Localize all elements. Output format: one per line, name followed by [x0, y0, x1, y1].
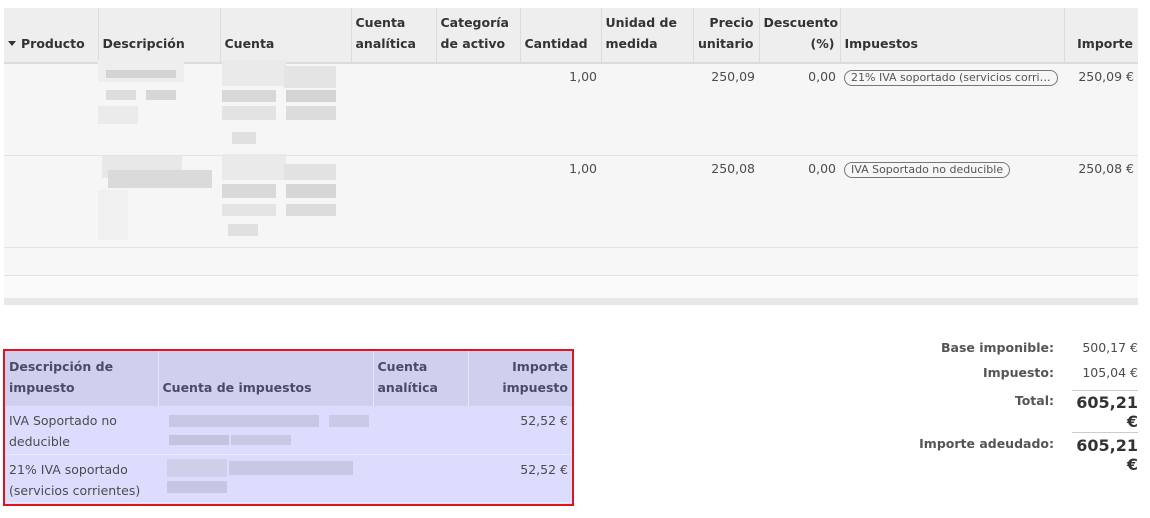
base-imponible-value: 500,17 € — [1082, 340, 1138, 355]
invoice-totals: Base imponible: 500,17 € Impuesto: 105,0… — [818, 340, 1138, 474]
totals-row-base: Base imponible: 500,17 € — [818, 340, 1138, 365]
cell-importe: 250,08 € — [1064, 155, 1138, 248]
sort-caret-icon[interactable] — [8, 41, 16, 46]
col-impuestos[interactable]: Impuestos — [839, 8, 1064, 64]
total-value: 605,21 € — [1072, 390, 1138, 431]
col-cuenta-impuestos[interactable]: Cuenta de impuestos — [157, 351, 373, 406]
tax-summary-table: Descripción de impuesto Cuenta de impues… — [3, 349, 574, 506]
col-cuenta[interactable]: Cuenta — [219, 8, 351, 64]
table-footer-bar — [4, 298, 1138, 305]
col-precio-unitario[interactable]: Precio unitario — [692, 8, 759, 64]
cell-categoria-activo[interactable] — [436, 155, 520, 248]
cell-unidad-medida[interactable] — [601, 155, 693, 248]
redacted-description-2 — [98, 154, 214, 240]
col-unidad-medida[interactable]: Unidad de medida — [600, 8, 693, 64]
cell-impuestos[interactable]: IVA Soportado no deducible — [840, 155, 1064, 248]
col-descripcion[interactable]: Descripción — [97, 8, 220, 64]
col-descripcion-impuesto[interactable]: Descripción de impuesto — [5, 351, 158, 406]
cell-categoria-activo[interactable] — [436, 63, 520, 156]
redacted-description-1 — [98, 60, 214, 124]
col-categoria-activo[interactable]: Categoría de activo — [435, 8, 520, 64]
col-cuenta-analitica[interactable]: Cuenta analítica — [350, 8, 436, 64]
cell-cuenta-analitica[interactable] — [351, 155, 436, 248]
cell-producto[interactable] — [4, 155, 98, 248]
empty-row[interactable] — [4, 247, 1138, 276]
redacted-account-1 — [222, 60, 338, 146]
cell-importe: 250,09 € — [1064, 63, 1138, 156]
col-producto[interactable]: Producto — [4, 8, 98, 64]
cell-descuento[interactable]: 0,00 — [759, 63, 840, 156]
impuesto-label: Impuesto: — [982, 365, 1054, 380]
cell-descuento[interactable]: 0,00 — [759, 155, 840, 248]
totals-row-due: Importe adeudado: 605,21 € — [818, 432, 1138, 474]
redacted-tax-account-2 — [161, 455, 371, 497]
total-label: Total: — [1014, 393, 1054, 408]
cell-cantidad[interactable]: 1,00 — [520, 155, 601, 248]
tax-analytic-account[interactable] — [373, 406, 468, 455]
col-descuento[interactable]: Descuento (%) — [758, 8, 840, 64]
cell-impuestos[interactable]: 21% IVA soportado (servicios corrientes) — [840, 63, 1064, 156]
cell-unidad-medida[interactable] — [601, 63, 693, 156]
tax-tag[interactable]: IVA Soportado no deducible — [844, 161, 1011, 178]
tax-tag[interactable]: 21% IVA soportado (servicios corrientes) — [844, 70, 1058, 86]
cell-cantidad[interactable]: 1,00 — [520, 63, 601, 156]
cell-precio-unitario[interactable]: 250,09 — [693, 63, 759, 156]
cell-producto[interactable] — [4, 63, 98, 156]
cell-cuenta-analitica[interactable] — [351, 63, 436, 156]
importe-adeudado-label: Importe adeudado: — [919, 436, 1054, 451]
redacted-account-2 — [222, 154, 338, 240]
tax-amount[interactable]: 52,52 € — [468, 406, 572, 455]
tax-description[interactable]: 21% IVA soportado (servicios corrientes) — [5, 454, 158, 503]
cell-precio-unitario[interactable]: 250,08 — [693, 155, 759, 248]
tax-amount[interactable]: 52,52 € — [468, 454, 572, 503]
col-cuenta-analitica-tax[interactable]: Cuenta analítica — [372, 351, 468, 406]
col-importe[interactable]: Importe — [1063, 8, 1138, 64]
lines-header-row: Producto Descripción Cuenta Cuenta analí… — [4, 8, 1138, 64]
col-cantidad[interactable]: Cantidad — [519, 8, 601, 64]
empty-cell[interactable] — [4, 247, 1138, 276]
redacted-tax-account-1 — [161, 409, 371, 449]
tax-header-row: Descripción de impuesto Cuenta de impues… — [5, 351, 572, 406]
totals-row-tax: Impuesto: 105,04 € — [818, 365, 1138, 390]
tax-analytic-account[interactable] — [373, 454, 468, 503]
tax-description[interactable]: IVA Soportado no deducible — [5, 406, 158, 455]
base-imponible-label: Base imponible: — [941, 340, 1054, 355]
impuesto-value: 105,04 € — [1082, 365, 1138, 380]
totals-row-total: Total: 605,21 € — [818, 390, 1138, 432]
importe-adeudado-value: 605,21 € — [1072, 432, 1138, 474]
col-importe-impuesto[interactable]: Importe impuesto — [467, 351, 572, 406]
